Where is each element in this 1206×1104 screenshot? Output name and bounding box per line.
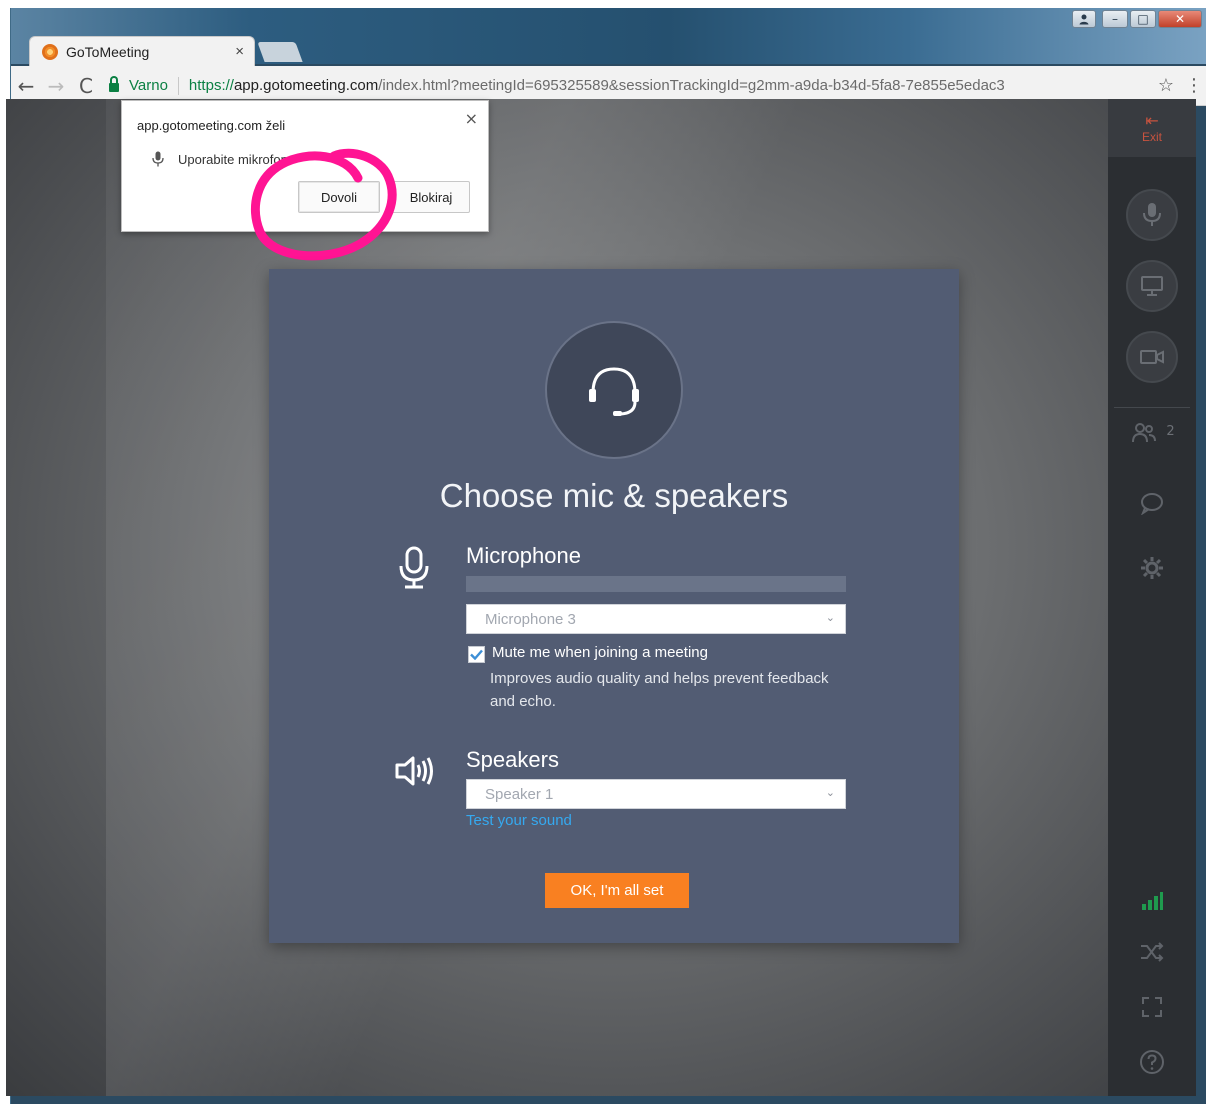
reload-icon[interactable]: C: [71, 74, 101, 98]
allow-button[interactable]: Dovoli: [298, 181, 380, 213]
url-scheme: https://: [188, 77, 234, 94]
signal-indicator: [1108, 891, 1196, 917]
speaker-select[interactable]: Speaker 1 ⌄: [466, 779, 846, 809]
browser-tab[interactable]: GoToMeeting ×: [29, 36, 255, 66]
lock-icon: [109, 76, 119, 92]
mic-icon: [152, 151, 164, 167]
screen-share-icon: [1141, 276, 1163, 296]
test-sound-link[interactable]: Test your sound: [466, 812, 572, 829]
window-controls: – □ ✕: [1072, 10, 1202, 28]
settings-icon: [1141, 557, 1163, 579]
mic-level-meter: [466, 576, 846, 592]
address-bar[interactable]: Varno https:// app.gotomeeting.com /inde…: [101, 72, 1151, 100]
screen-share-button[interactable]: [1126, 260, 1178, 312]
fullscreen-icon: [1142, 997, 1162, 1017]
headset-icon: [589, 367, 639, 416]
chevron-down-icon: ⌄: [825, 786, 835, 799]
speaker-select-value: Speaker 1: [485, 785, 554, 803]
shuffle-icon: [1141, 942, 1164, 962]
help-button[interactable]: [1108, 1049, 1196, 1081]
shuffle-button[interactable]: [1108, 941, 1196, 969]
mute-label: Mute me when joining a meeting: [492, 644, 708, 661]
close-icon[interactable]: ×: [465, 109, 478, 128]
audio-setup-dialog: Choose mic & speakers Microphone Microph…: [269, 269, 959, 943]
minimize-button[interactable]: –: [1102, 10, 1128, 28]
microphone-icon: [399, 546, 429, 589]
user-icon[interactable]: [1072, 10, 1096, 28]
webcam-button[interactable]: [1126, 331, 1178, 383]
secure-label: Varno: [129, 77, 168, 94]
speakers-heading: Speakers: [466, 747, 559, 772]
headset-badge: [545, 321, 683, 459]
exit-label: Exit: [1141, 130, 1162, 144]
attendees-icon: [1132, 423, 1157, 443]
browser-menu-icon[interactable]: ⋮: [1181, 75, 1206, 96]
close-window-button[interactable]: ✕: [1158, 10, 1202, 28]
tab-title: GoToMeeting: [66, 43, 150, 60]
permission-request: Uporabite mikrofon: [152, 151, 288, 167]
exit-button[interactable]: ⇤ Exit: [1108, 99, 1196, 157]
webcam-icon: [1140, 350, 1164, 364]
back-icon[interactable]: ←: [11, 74, 41, 98]
block-button[interactable]: Blokiraj: [392, 181, 470, 213]
bookmark-star-icon[interactable]: ☆: [1151, 75, 1181, 96]
forward-icon[interactable]: →: [41, 74, 71, 98]
gotomeeting-favicon-icon: [42, 43, 58, 60]
speaker-icon: [395, 756, 433, 786]
new-tab-button[interactable]: [257, 42, 303, 62]
signal-icon: [1142, 892, 1163, 910]
microphone-select[interactable]: Microphone 3 ⌄: [466, 604, 846, 634]
dialog-title: Choose mic & speakers: [439, 477, 789, 514]
mic-button[interactable]: [1126, 189, 1178, 241]
sidebar-divider: [1114, 407, 1190, 408]
mute-checkbox[interactable]: [468, 646, 485, 663]
fullscreen-button[interactable]: [1108, 995, 1196, 1025]
permission-title: app.gotomeeting.com želi: [137, 118, 286, 133]
chat-icon: [1140, 493, 1163, 516]
microphone-permission-popup: app.gotomeeting.com želi × Uporabite mik…: [121, 100, 489, 232]
mute-help-text: Improves audio quality and helps prevent…: [490, 670, 829, 710]
checkmark-icon: [470, 649, 483, 660]
address-separator: [177, 76, 179, 95]
meeting-sidebar: ⇤ Exit 2: [1108, 99, 1196, 1096]
chat-button[interactable]: [1108, 491, 1196, 521]
attendees-button[interactable]: 2: [1108, 421, 1196, 451]
microphone-heading: Microphone: [466, 543, 581, 568]
chevron-down-icon: ⌄: [825, 611, 835, 624]
settings-button[interactable]: [1108, 555, 1196, 587]
url-host: app.gotomeeting.com: [233, 77, 379, 94]
maximize-button[interactable]: □: [1130, 10, 1156, 28]
ok-all-set-button[interactable]: OK, I'm all set: [545, 873, 689, 908]
help-icon: [1140, 1050, 1164, 1074]
exit-icon: ⇤: [1145, 111, 1159, 130]
permission-request-label: Uporabite mikrofon: [178, 151, 288, 167]
tab-close-icon[interactable]: ×: [235, 43, 244, 60]
mic-icon: [1143, 203, 1161, 226]
url-path: /index.html?meetingId=695325589&sessionT…: [378, 77, 1005, 94]
microphone-select-value: Microphone 3: [485, 610, 576, 628]
attendee-count: 2: [1166, 424, 1175, 439]
